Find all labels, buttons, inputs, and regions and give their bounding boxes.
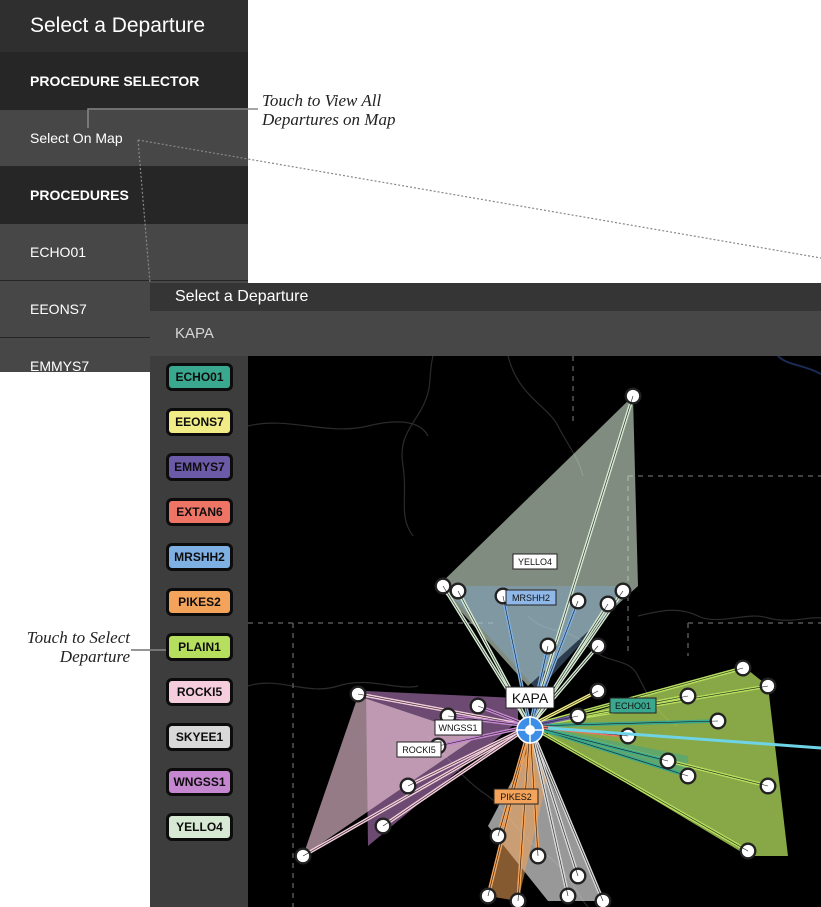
- departure-map[interactable]: KAPA YELLO4 MRSHH2 WNGSS1 ROCKI5 ECHO01: [248, 356, 821, 907]
- select-callout-line1: Touch to Select: [26, 628, 130, 647]
- map-window: Select a Departure KAPA ECHO01 EEONS7 EMMY…: [150, 283, 821, 907]
- map-label-airport[interactable]: KAPA: [505, 686, 555, 709]
- view-all-callout: Touch to View All Departures on Map: [262, 91, 395, 129]
- procedure-selector-header: PROCEDURE SELECTOR: [0, 52, 248, 109]
- procedure-button-echo01[interactable]: ECHO01: [166, 363, 233, 391]
- map-window-title: Select a Departure: [150, 283, 821, 311]
- airport-identifier: KAPA: [150, 311, 821, 356]
- svg-text:MRSHH2: MRSHH2: [512, 593, 550, 603]
- procedure-button-yello4[interactable]: YELLO4: [166, 813, 233, 841]
- select-callout-line2: Departure: [59, 647, 130, 666]
- procedure-button-rocki5[interactable]: ROCKI5: [166, 678, 233, 706]
- procedures-header: PROCEDURES: [0, 166, 248, 223]
- view-all-callout-line1: Touch to View All: [262, 91, 382, 110]
- procedure-button-mrshh2[interactable]: MRSHH2: [166, 543, 233, 571]
- procedure-button-list: ECHO01 EEONS7 EMMYS7 EXTAN6 MRSHH2 PIKES2 PLAI…: [150, 356, 248, 907]
- river: [777, 356, 821, 375]
- procedure-button-skyee1[interactable]: SKYEE1: [166, 723, 233, 751]
- svg-text:KAPA: KAPA: [512, 690, 549, 706]
- view-all-callout-line2: Departures on Map: [262, 110, 396, 129]
- map-label-mrshh2[interactable]: MRSHH2: [505, 589, 557, 606]
- map-label-pikes2[interactable]: PIKES2: [493, 788, 539, 805]
- map-label-rocki5[interactable]: ROCKI5: [396, 741, 442, 758]
- map-label-yello4[interactable]: YELLO4: [512, 553, 558, 570]
- procedure-button-wngss1[interactable]: WNGSS1: [166, 768, 233, 796]
- procedure-button-pikes2[interactable]: PIKES2: [166, 588, 233, 616]
- svg-text:PIKES2: PIKES2: [500, 792, 532, 802]
- procedure-button-emmys7[interactable]: EMMYS7: [166, 453, 233, 481]
- procedure-fans: [303, 396, 788, 901]
- select-callout: Touch to Select Departure: [6, 628, 130, 666]
- svg-text:YELLO4: YELLO4: [518, 557, 552, 567]
- procedure-button-extan6[interactable]: EXTAN6: [166, 498, 233, 526]
- svg-text:WNGSS1: WNGSS1: [438, 723, 477, 733]
- procedure-item-echo01[interactable]: ECHO01: [0, 223, 248, 280]
- select-on-map-button[interactable]: Select On Map: [0, 109, 248, 166]
- menu-title: Select a Departure: [0, 0, 248, 52]
- procedure-button-eeons7[interactable]: EEONS7: [166, 408, 233, 436]
- svg-text:ECHO01: ECHO01: [615, 701, 651, 711]
- procedure-button-plain1[interactable]: PLAIN1: [166, 633, 233, 661]
- svg-text:ROCKI5: ROCKI5: [402, 745, 436, 755]
- map-label-wngss1[interactable]: WNGSS1: [434, 719, 483, 736]
- map-label-echo01[interactable]: ECHO01: [609, 697, 657, 714]
